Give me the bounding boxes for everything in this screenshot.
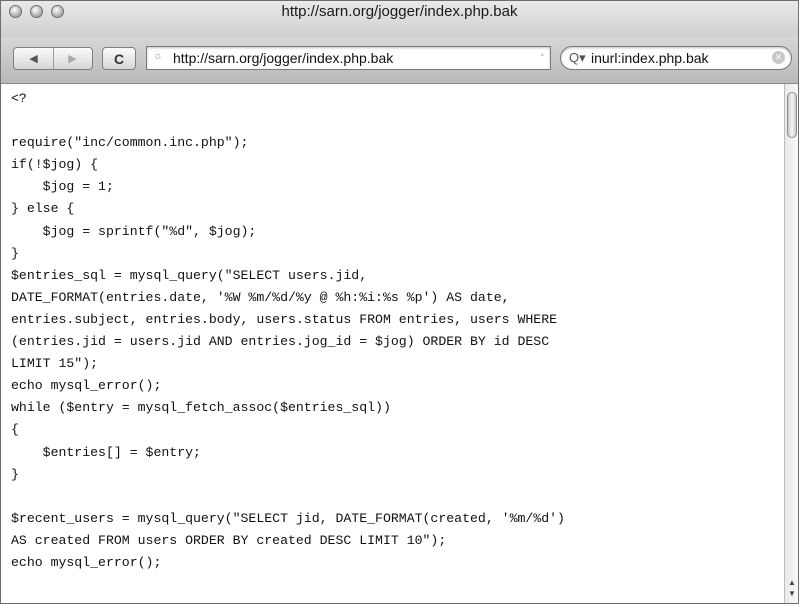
browser-window: http://sarn.org/jogger/index.php.bak ◀ ▶… [0,0,799,604]
address-field[interactable]: http://sarn.org/jogger/index.php.bak [173,50,393,66]
reload-icon: C [113,50,125,67]
browser-toolbar: ◀ ▶ C ☼ http://sarn.org/jogger/index.php… [1,37,798,84]
forward-button[interactable]: ▶ [53,48,92,69]
clear-search-icon[interactable]: ✕ [772,51,785,64]
page-icon: ☼ [153,50,164,62]
address-bar[interactable]: ☼ http://sarn.org/jogger/index.php.bak ◦ [146,46,551,70]
window-title: http://sarn.org/jogger/index.php.bak [281,3,518,20]
reload-button[interactable]: C [102,47,136,70]
title-bar[interactable]: http://sarn.org/jogger/index.php.bak [1,1,798,38]
scrollbar-thumb[interactable] [787,92,797,138]
search-input[interactable]: inurl:index.php.bak [591,50,709,66]
back-button[interactable]: ◀ [14,48,54,69]
search-field[interactable]: Q▾ inurl:index.php.bak ✕ [560,46,792,70]
nav-buttons: ◀ ▶ [13,47,93,70]
back-arrow-icon: ◀ [29,53,38,65]
vertical-scrollbar[interactable]: ▲ ▼ [784,84,798,603]
scroll-arrows-icon[interactable]: ▲ ▼ [785,577,799,599]
search-icon[interactable]: Q▾ [569,50,586,66]
page-content: <? require("inc/common.inc.php"); if(!$j… [1,84,784,603]
snapback-icon[interactable]: ◦ [540,50,544,61]
source-code-text: <? require("inc/common.inc.php"); if(!$j… [11,91,565,570]
forward-arrow-icon: ▶ [68,53,77,65]
